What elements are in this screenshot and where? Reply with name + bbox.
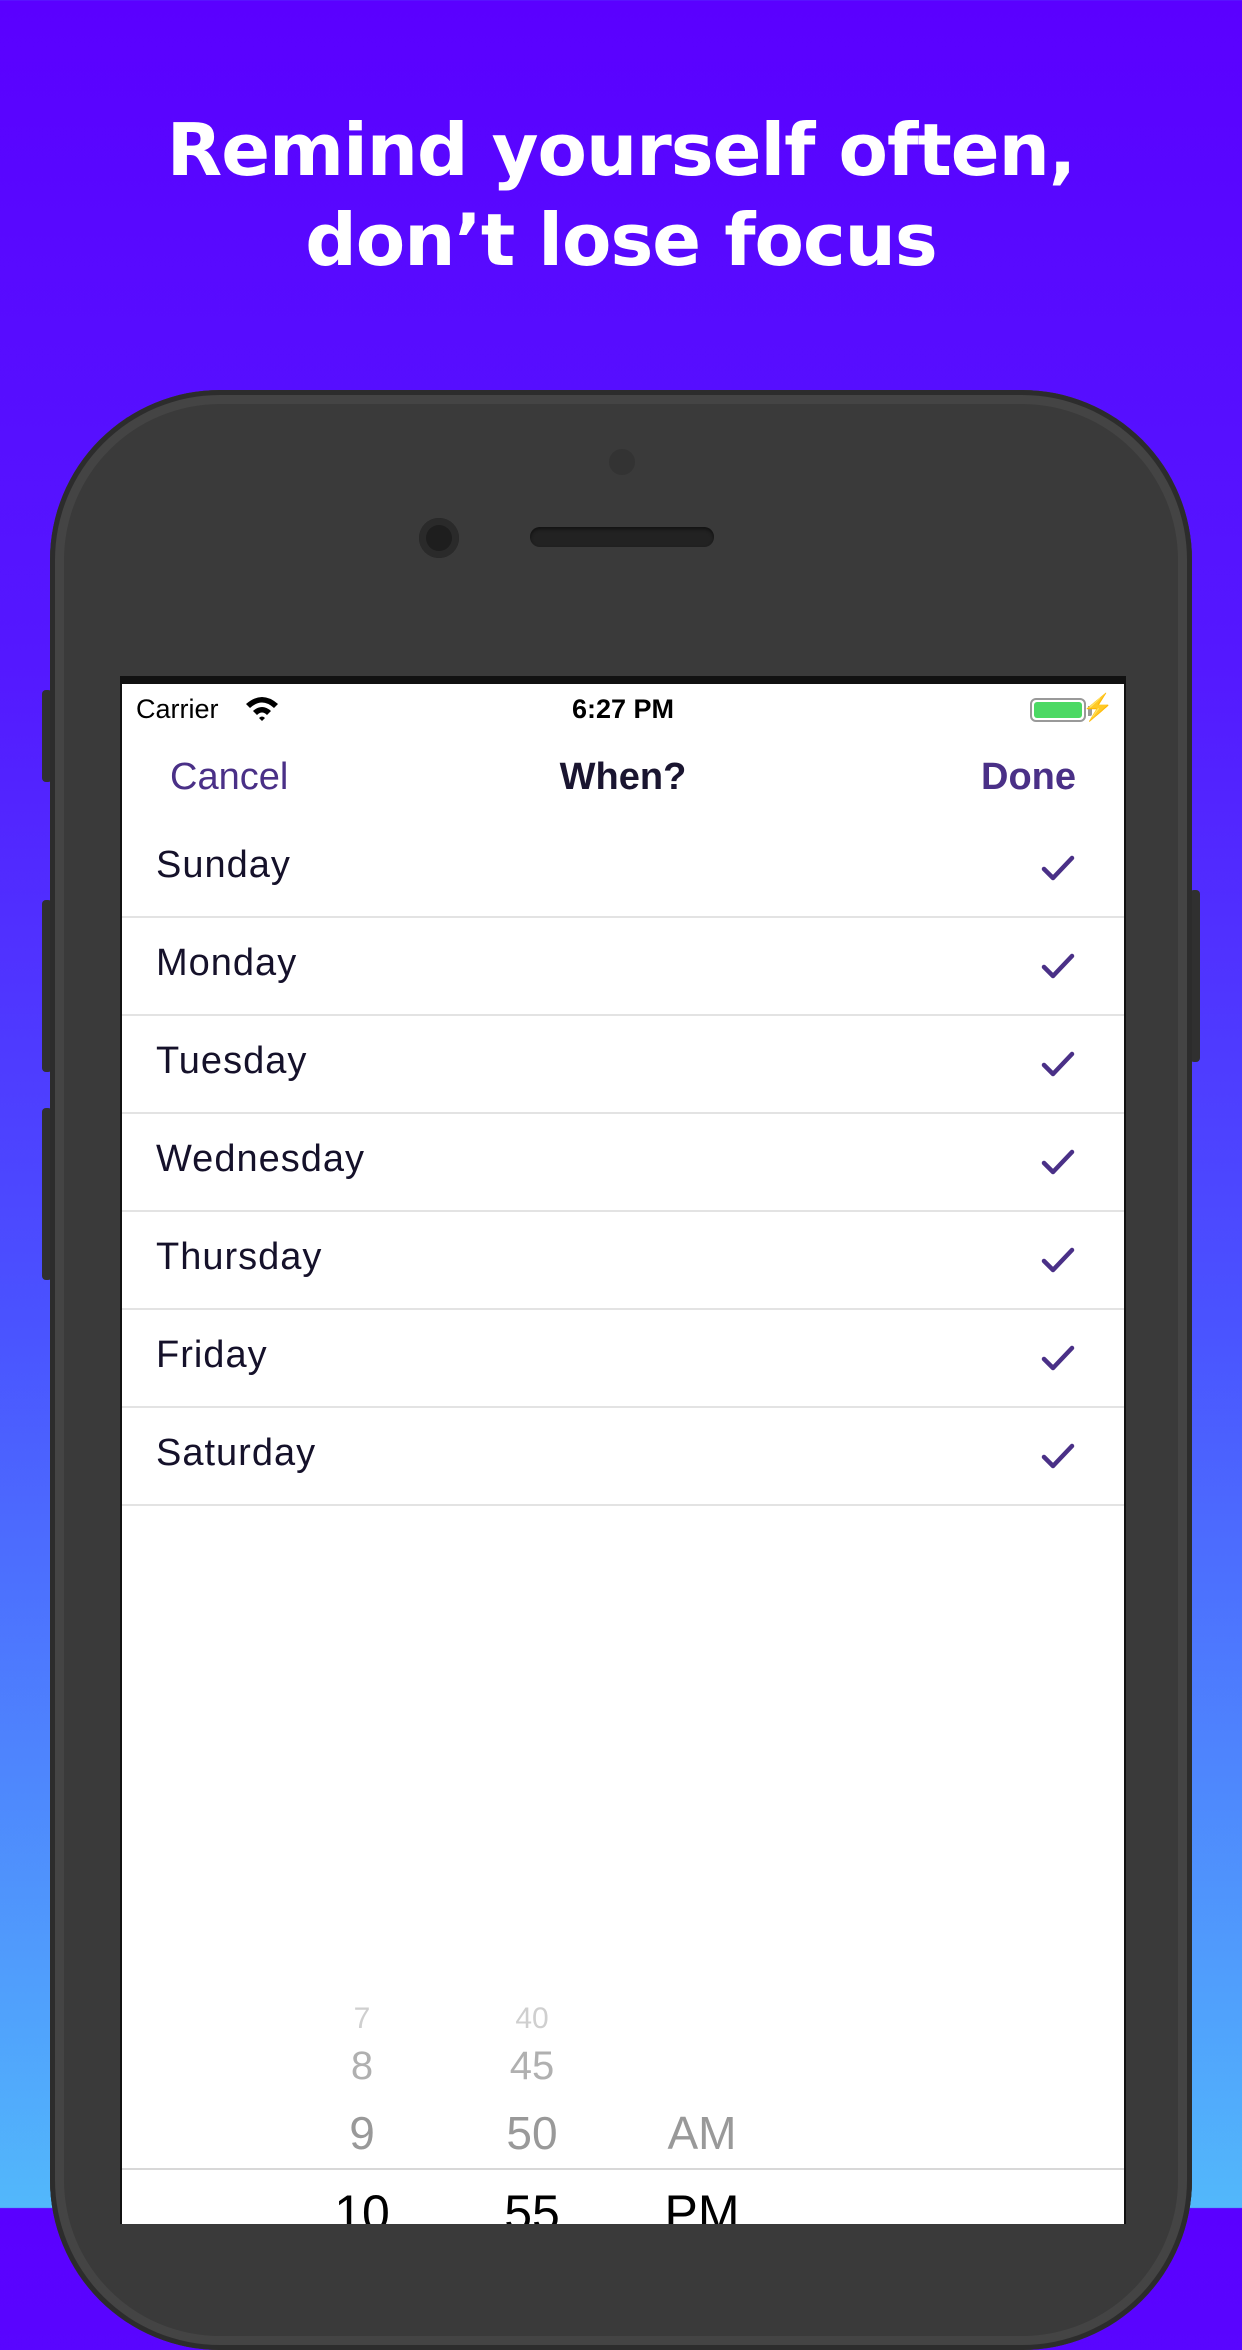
headline-line-1: Remind yourself often, [166, 108, 1076, 192]
day-label: Sunday [156, 844, 291, 886]
nav-title: When? [559, 756, 687, 798]
picker-selection-line [122, 2168, 1124, 2170]
picker-hour-option[interactable]: 9 [312, 2106, 412, 2160]
checkmark-icon [1041, 855, 1075, 881]
battery-icon [1030, 698, 1086, 722]
day-list: Sunday Monday Tuesday Wednesday Thursday… [122, 820, 1124, 1506]
checkmark-icon [1041, 1051, 1075, 1077]
charging-bolt-icon: ⚡ [1081, 692, 1114, 722]
front-camera [419, 518, 459, 558]
day-row-tuesday[interactable]: Tuesday [122, 1016, 1124, 1114]
status-time: 6:27 PM [571, 694, 675, 724]
day-row-friday[interactable]: Friday [122, 1310, 1124, 1408]
day-label: Tuesday [156, 1040, 308, 1082]
checkmark-icon [1041, 1443, 1075, 1469]
headline-line-2: don’t lose focus [305, 198, 938, 282]
day-label: Monday [156, 942, 298, 984]
phone-screen: Carrier 6:27 PM ⚡ Cancel When? Done Sund… [120, 676, 1126, 2224]
picker-minute-option[interactable]: 50 [472, 2106, 592, 2160]
day-row-sunday[interactable]: Sunday [122, 820, 1124, 918]
checkmark-icon [1041, 953, 1075, 979]
picker-minute-option[interactable]: 40 [472, 2002, 592, 2036]
day-label: Thursday [156, 1236, 323, 1278]
status-bar: Carrier 6:27 PM ⚡ [122, 684, 1124, 732]
picker-period-selected[interactable]: PM [642, 2184, 762, 2224]
checkmark-icon [1041, 1149, 1075, 1175]
day-row-thursday[interactable]: Thursday [122, 1212, 1124, 1310]
picker-period-option[interactable]: AM [642, 2106, 762, 2160]
done-button[interactable]: Done [981, 756, 1076, 799]
checkmark-icon [1041, 1247, 1075, 1273]
navigation-bar: Cancel When? Done [122, 732, 1124, 822]
picker-minute-option[interactable]: 45 [472, 2044, 592, 2089]
picker-hour-option[interactable]: 7 [312, 2002, 412, 2036]
earpiece-speaker [530, 527, 714, 547]
day-label: Friday [156, 1334, 268, 1376]
day-row-wednesday[interactable]: Wednesday [122, 1114, 1124, 1212]
checkmark-icon [1041, 1345, 1075, 1371]
picker-hour-option[interactable]: 8 [312, 2044, 412, 2089]
day-row-saturday[interactable]: Saturday [122, 1408, 1124, 1506]
picker-minute-selected[interactable]: 55 [472, 2184, 592, 2224]
day-label: Wednesday [156, 1138, 365, 1180]
day-row-monday[interactable]: Monday [122, 918, 1124, 1016]
headline: Remind yourself often, don’t lose focus [0, 105, 1242, 285]
picker-hour-selected[interactable]: 10 [312, 2184, 412, 2224]
proximity-sensor [609, 449, 635, 475]
day-label: Saturday [156, 1432, 317, 1474]
